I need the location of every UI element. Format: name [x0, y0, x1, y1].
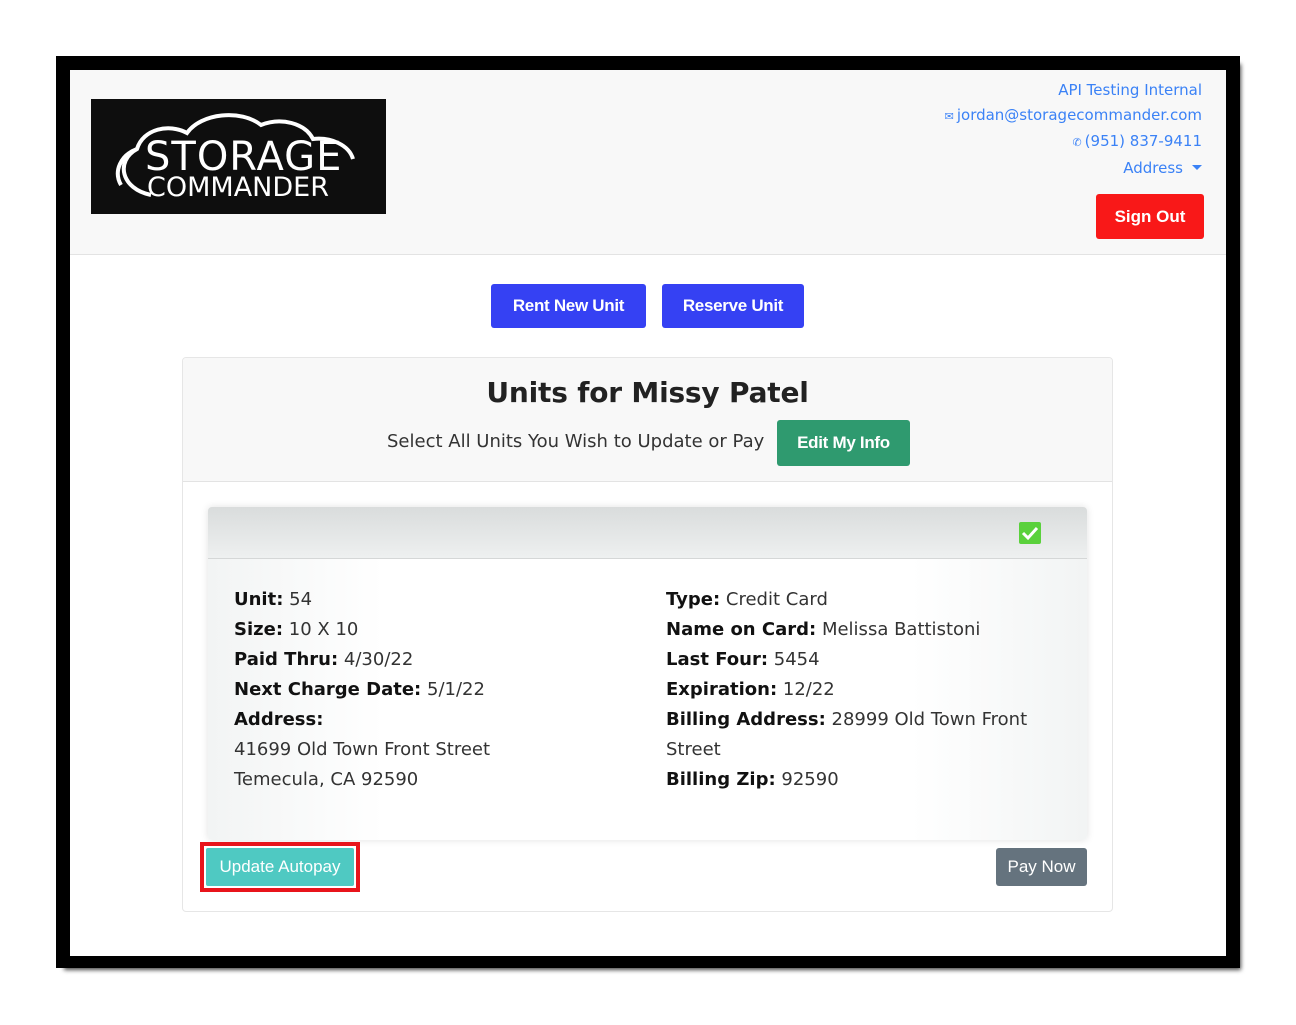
type-value: Credit Card: [725, 589, 828, 610]
account-name[interactable]: API Testing Internal: [945, 78, 1202, 103]
storage-commander-logo[interactable]: STORAGE COMMANDER: [91, 99, 386, 214]
chevron-down-icon: [1192, 164, 1202, 170]
address-dropdown[interactable]: Address: [945, 156, 1202, 181]
unit-panel: Unit: 54 Size: 10 X 10 Paid Thru: 4/30/2…: [208, 507, 1087, 840]
instruction-text: Select All Units You Wish to Update or P…: [387, 431, 765, 452]
logo-text-storage: STORAGE: [145, 134, 343, 180]
address-label: Address: [1123, 158, 1183, 177]
reserve-unit-button[interactable]: Reserve Unit: [662, 284, 804, 328]
phone-link[interactable]: ✆ (951) 837-9411: [945, 129, 1202, 156]
next-charge-value: 5/1/22: [427, 679, 485, 700]
payment-type-row: Type: Credit Card: [666, 585, 1056, 615]
pay-now-button[interactable]: Pay Now: [996, 848, 1087, 886]
paid-thru-row: Paid Thru: 4/30/22: [234, 645, 654, 675]
address-line-1: 41699 Old Town Front Street: [234, 739, 491, 760]
units-card-header: Units for Missy Patel Select All Units Y…: [183, 358, 1112, 482]
contact-info: API Testing Internal ✉ jordan@storagecomm…: [945, 78, 1202, 180]
unit-label: Unit:: [234, 589, 284, 610]
unit-details: Unit: 54 Size: 10 X 10 Paid Thru: 4/30/2…: [234, 585, 654, 795]
customer-portal: STORAGE COMMANDER API Testing Internal ✉…: [70, 70, 1226, 956]
email-link[interactable]: ✉ jordan@storagecommander.com: [945, 103, 1202, 130]
payment-details: Type: Credit Card Name on Card: Melissa …: [666, 585, 1056, 795]
unit-select-checkbox[interactable]: [1019, 522, 1041, 544]
unit-panel-header: [208, 507, 1087, 559]
address-label: Address:: [234, 709, 324, 730]
sign-out-button[interactable]: Sign Out: [1096, 194, 1204, 239]
next-charge-row: Next Charge Date: 5/1/22: [234, 675, 654, 705]
size-value: 10 X 10: [288, 619, 359, 640]
type-label: Type:: [666, 589, 721, 610]
paid-thru-value: 4/30/22: [343, 649, 414, 670]
envelope-icon: ✉: [944, 109, 954, 123]
paid-thru-label: Paid Thru:: [234, 649, 339, 670]
phone-text: (951) 837-9411: [1084, 132, 1202, 150]
expiration-value: 12/22: [782, 679, 835, 700]
unit-value: 54: [289, 589, 313, 610]
billing-address-label: Billing Address:: [666, 709, 826, 730]
rent-new-unit-button[interactable]: Rent New Unit: [491, 284, 646, 328]
address-line-2: Temecula, CA 92590: [234, 769, 419, 790]
billing-zip-value: 92590: [781, 769, 839, 790]
edit-my-info-button[interactable]: Edit My Info: [777, 420, 910, 466]
address-row: Address:: [234, 705, 654, 735]
last-four-value: 5454: [773, 649, 820, 670]
unit-size-row: Size: 10 X 10: [234, 615, 654, 645]
name-on-card-label: Name on Card:: [666, 619, 817, 640]
billing-address-row: Billing Address: 28999 Old Town Front St…: [666, 705, 1056, 765]
billing-zip-label: Billing Zip:: [666, 769, 776, 790]
billing-zip-row: Billing Zip: 92590: [666, 765, 1056, 795]
name-on-card-value: Melissa Battistoni: [821, 619, 981, 640]
page-title: Units for Missy Patel: [486, 376, 809, 409]
units-card: Units for Missy Patel Select All Units Y…: [182, 357, 1113, 912]
expiration-row: Expiration: 12/22: [666, 675, 1056, 705]
next-charge-label: Next Charge Date:: [234, 679, 422, 700]
name-on-card-row: Name on Card: Melissa Battistoni: [666, 615, 1056, 645]
update-autopay-button[interactable]: Update Autopay: [200, 842, 360, 892]
expiration-label: Expiration:: [666, 679, 778, 700]
update-autopay-label: Update Autopay: [206, 848, 354, 886]
check-icon: [1021, 526, 1039, 541]
size-label: Size:: [234, 619, 284, 640]
unit-number-row: Unit: 54: [234, 585, 654, 615]
email-text: jordan@storagecommander.com: [956, 105, 1202, 124]
page-header: STORAGE COMMANDER API Testing Internal ✉…: [70, 70, 1226, 255]
logo-text-commander: COMMANDER: [147, 172, 329, 203]
last-four-label: Last Four:: [666, 649, 769, 670]
phone-icon: ✆: [1072, 136, 1082, 149]
last-four-row: Last Four: 5454: [666, 645, 1056, 675]
